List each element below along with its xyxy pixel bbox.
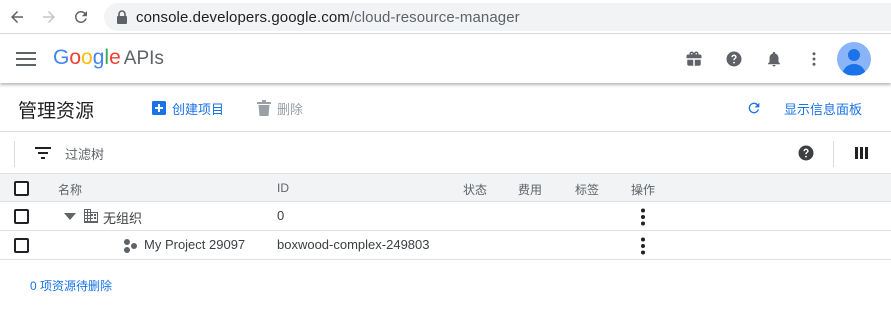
column-display-button[interactable] [853,144,871,162]
url-text: console.developers.google.com/cloud-reso… [136,9,520,26]
more-options-button[interactable] [802,47,826,71]
show-info-panel-button[interactable]: 显示信息面板 [746,98,862,118]
column-header-name[interactable]: 名称 [58,181,82,198]
help-button[interactable] [722,47,746,71]
address-bar[interactable]: console.developers.google.com/cloud-reso… [104,3,891,31]
row-name[interactable]: My Project 29097 [144,237,245,252]
show-info-panel-label: 显示信息面板 [784,101,863,117]
back-button[interactable] [6,6,28,28]
row-actions-button[interactable] [634,237,652,255]
table-header: 名称 ID 状态 费用 标签 操作 [0,173,891,202]
filter-tree-input[interactable]: 过滤树 [65,144,104,163]
column-header-labels[interactable]: 标签 [575,181,599,198]
logo-letter: g [92,46,105,69]
delete-label: 删除 [277,101,304,117]
help-icon [726,51,742,67]
more-vert-icon [812,52,816,66]
column-header-status[interactable]: 状态 [463,181,487,198]
arrow-right-icon [43,11,55,23]
logo-apis: APIs [123,48,164,69]
table-row[interactable]: My Project 29097 boxwood-complex-249803 [0,231,891,260]
divider [14,141,15,167]
expand-arrow-icon[interactable] [64,213,76,221]
trash-icon [256,100,272,116]
logo-letter: e [109,46,121,69]
gift-icon [686,51,702,66]
organization-icon [84,209,98,223]
filter-bar: 过滤树 [0,133,891,173]
notifications-button[interactable] [762,47,786,71]
table-row[interactable]: 无组织 0 [0,202,891,231]
logo-google: Google [53,46,121,69]
url-path: /cloud-resource-manager [349,9,520,26]
view-column-icon [855,147,868,159]
logo-letter: o [69,46,82,69]
bell-icon [768,51,780,67]
logo-letter: G [53,46,70,69]
select-all-checkbox[interactable] [14,181,29,196]
divider [833,141,834,167]
logo-letter: o [81,46,93,69]
filter-icon [34,144,52,162]
more-vert-icon [641,237,645,255]
column-header-billing[interactable]: 费用 [518,181,542,198]
main-menu-button[interactable] [14,47,38,71]
create-project-label: 创建项目 [172,101,225,117]
gift-button[interactable] [682,47,706,71]
row-id: 0 [277,208,285,223]
row-id: boxwood-complex-249803 [277,237,430,252]
row-checkbox[interactable] [14,238,29,253]
app-header: Google APIs [0,35,891,83]
refresh-icon [746,100,762,116]
row-actions-button[interactable] [634,208,652,226]
reload-icon [74,10,87,23]
column-header-id[interactable]: ID [277,181,289,195]
browser-toolbar: console.developers.google.com/cloud-reso… [0,0,891,34]
page-toolbar: 管理资源 创建项目 删除 显示信息面板 [0,84,891,132]
lock-icon [117,10,127,24]
add-box-icon [151,100,167,116]
project-icon [124,239,137,253]
url-host: console.developers.google.com [136,9,350,26]
google-apis-logo[interactable]: Google APIs [53,46,164,70]
person-icon [842,49,866,75]
row-checkbox[interactable] [14,209,29,224]
pending-deletion-link[interactable]: 0 项资源待删除 [30,277,112,294]
help-icon[interactable] [797,144,815,162]
resource-table: 名称 ID 状态 费用 标签 操作 无组织 0 My Project 29097… [0,173,891,260]
arrow-left-icon [11,11,23,23]
page-title: 管理资源 [18,101,95,122]
more-vert-icon [641,208,645,226]
delete-button[interactable]: 删除 [256,98,303,118]
account-avatar[interactable] [837,42,871,76]
forward-button[interactable] [38,6,60,28]
column-header-actions: 操作 [631,183,656,197]
create-project-button[interactable]: 创建项目 [151,98,224,118]
row-name[interactable]: 无组织 [103,208,142,227]
menu-icon [16,52,36,66]
reload-button[interactable] [70,6,92,28]
